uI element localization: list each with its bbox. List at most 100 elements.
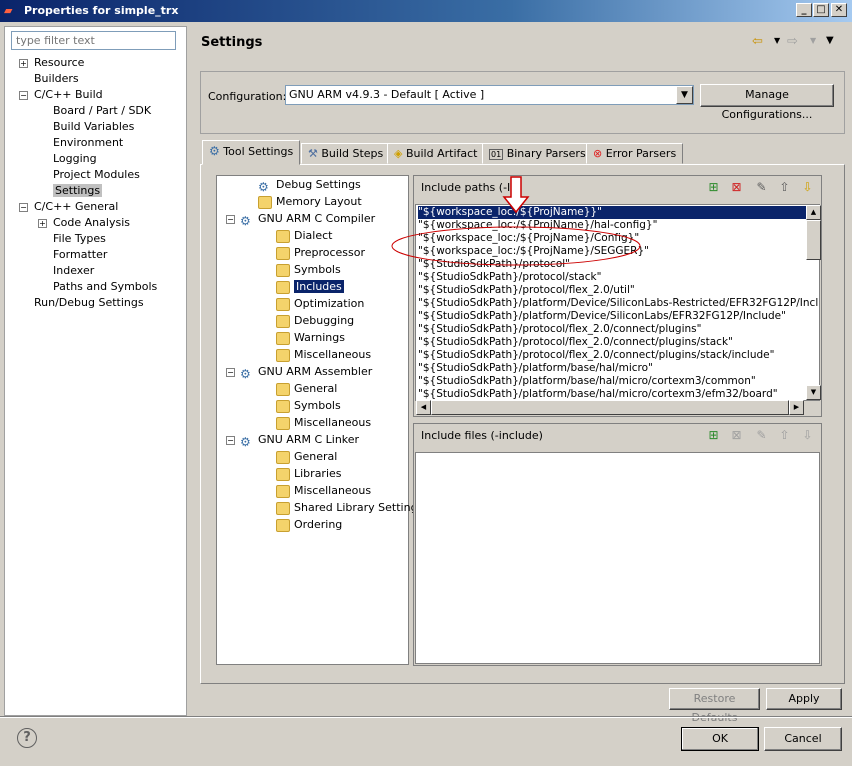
include-path-item[interactable]: "${StudioSdkPath}/protocol/flex_2.0/conn… [418,349,774,362]
tab-binary-parsers[interactable]: 01 Binary Parsers [482,143,593,164]
tool-tree-item[interactable]: General [276,381,337,397]
restore-defaults-button[interactable]: Restore Defaults [669,688,760,724]
include-path-item[interactable]: "${StudioSdkPath}/platform/Device/Silico… [418,310,786,323]
view-menu-icon[interactable]: ▼ [826,35,834,46]
sidebar-item[interactable]: File Types [53,231,106,247]
collapse-icon[interactable]: − [19,91,28,100]
cancel-button[interactable]: Cancel [764,727,842,751]
sidebar-item[interactable]: + Code Analysis [38,215,130,231]
tool-tree-label: Includes [294,280,344,293]
tool-tree-item[interactable]: Libraries [276,466,342,482]
chevron-down-icon[interactable]: ▼ [676,86,693,104]
move-up-icon[interactable]: ⇧ [777,428,792,443]
sidebar-item[interactable]: Run/Debug Settings [34,295,144,311]
vertical-scroll-thumb[interactable] [806,220,821,260]
expand-icon[interactable]: + [19,59,28,68]
delete-icon[interactable]: ⊠ [729,428,744,443]
tool-tree-item[interactable]: Preprocessor [276,245,365,261]
sidebar-item[interactable]: + Resource [19,55,84,71]
forward-dropdown-icon[interactable]: ▼ [810,36,816,45]
edit-icon[interactable]: ✎ [754,428,769,443]
sidebar-item[interactable]: Indexer [53,263,94,279]
ok-button[interactable]: OK [681,727,759,751]
tool-tree-label: Symbols [294,263,341,276]
tool-tree-item[interactable]: Miscellaneous [276,347,371,363]
scroll-left-button[interactable]: ◀ [416,400,431,415]
tool-tree-item[interactable]: Miscellaneous [276,415,371,431]
tool-tree-item[interactable]: − ⚙ GNU ARM Assembler [226,364,373,381]
tool-tree-item[interactable]: − ⚙ GNU ARM C Compiler [226,211,375,228]
sidebar-item[interactable]: Environment [53,135,123,151]
sidebar-item[interactable]: Paths and Symbols [53,279,157,295]
collapse-icon[interactable]: − [19,203,28,212]
move-down-icon[interactable]: ⇩ [800,428,815,443]
tool-tree-item[interactable]: Symbols [276,262,341,278]
sidebar-item[interactable]: Settings [53,183,103,199]
folder-icon [276,348,290,362]
tool-tree-label: GNU ARM Assembler [258,365,373,378]
include-path-item[interactable]: "${StudioSdkPath}/protocol/stack" [418,271,601,284]
back-arrow-icon[interactable]: ⇦ [752,34,763,49]
tab-tool-settings[interactable]: ⚙ Tool Settings [202,140,301,165]
close-button[interactable]: ✕ [831,3,847,17]
tab-build-artifact[interactable]: ◈ Build Artifact [387,143,485,164]
tab-build-steps[interactable]: ⚒ Build Steps [301,143,391,164]
manage-configurations-button[interactable]: Manage Configurations... [700,84,834,121]
forward-arrow-icon[interactable]: ⇨ [787,34,798,49]
scroll-right-button[interactable]: ▶ [789,400,804,415]
move-up-icon[interactable]: ⇧ [777,180,792,195]
configuration-select[interactable]: GNU ARM v4.9.3 - Default [ Active ] [285,85,694,105]
tool-tree-item[interactable]: Dialect [276,228,332,244]
tool-tree-item[interactable]: Ordering [276,517,342,533]
tool-tree-item[interactable]: Symbols [276,398,341,414]
include-path-item[interactable]: "${StudioSdkPath}/protocol/flex_2.0/util… [418,284,635,297]
tool-tree-item[interactable]: Includes [276,279,344,295]
sidebar-item[interactable]: − C/C++ Build [19,87,103,103]
tool-tree-item[interactable]: − ⚙ GNU ARM C Linker [226,432,359,449]
horizontal-scroll-thumb[interactable] [431,400,789,415]
delete-icon[interactable]: ⊠ [729,180,744,195]
collapse-icon[interactable]: − [226,215,235,224]
back-dropdown-icon[interactable]: ▼ [774,36,780,45]
include-path-item[interactable]: "${StudioSdkPath}/protocol/flex_2.0/conn… [418,336,733,349]
add-icon[interactable]: ⊞ [706,180,721,195]
tool-tree-item[interactable]: Shared Library Settings [276,500,423,516]
tool-tree-item[interactable]: Memory Layout [258,194,362,210]
sidebar-item[interactable]: − C/C++ General [19,199,118,215]
edit-icon[interactable]: ✎ [754,180,769,195]
include-path-item[interactable]: "${StudioSdkPath}/protocol/flex_2.0/conn… [418,323,701,336]
minimize-button[interactable]: _ [796,3,812,17]
scroll-up-button[interactable]: ▲ [806,205,821,220]
include-path-item[interactable]: "${StudioSdkPath}/platform/base/hal/micr… [418,362,653,375]
apply-button[interactable]: Apply [766,688,842,710]
scroll-down-button[interactable]: ▼ [806,385,821,400]
expand-icon[interactable]: + [38,219,47,228]
tab-error-parsers[interactable]: ⊗ Error Parsers [586,143,684,164]
sidebar-item[interactable]: Builders [34,71,79,87]
tool-tree-item[interactable]: Miscellaneous [276,483,371,499]
tool-tree-item[interactable]: Warnings [276,330,345,346]
help-icon[interactable]: ? [17,728,37,748]
sidebar-item[interactable]: Formatter [53,247,107,263]
collapse-icon[interactable]: − [226,436,235,445]
include-path-item[interactable]: "${StudioSdkPath}/platform/Device/Silico… [418,297,819,310]
error-icon: ⊗ [593,147,603,160]
add-icon[interactable]: ⊞ [706,428,721,443]
tool-tree-item[interactable]: ⚙ Debug Settings [258,177,361,194]
sidebar-item[interactable]: Build Variables [53,119,134,135]
sidebar-item[interactable]: Board / Part / SDK [53,103,151,119]
tool-tree-item[interactable]: Debugging [276,313,354,329]
sidebar-item[interactable]: Project Modules [53,167,140,183]
move-down-icon[interactable]: ⇩ [800,180,815,195]
tool-tree-label: Preprocessor [294,246,366,259]
include-path-item[interactable]: "${StudioSdkPath}/platform/base/hal/micr… [418,375,756,388]
filter-input[interactable] [11,31,176,50]
maximize-button[interactable]: □ [813,3,829,17]
include-files-list[interactable] [415,452,820,664]
tool-tree-item[interactable]: Optimization [276,296,364,312]
sidebar-item[interactable]: Logging [53,151,97,167]
tool-tree-item[interactable]: General [276,449,337,465]
tool-tree-label: Memory Layout [276,195,362,208]
tool-tree-label: Debugging [294,314,355,327]
collapse-icon[interactable]: − [226,368,235,377]
